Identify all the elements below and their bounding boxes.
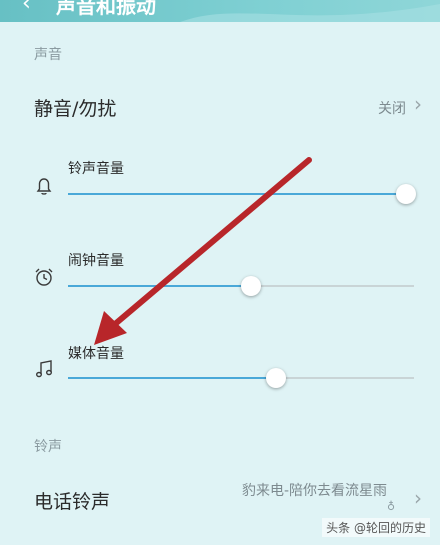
music-note-icon [36,360,52,378]
alarm-volume-fill [68,285,252,287]
bell-icon [36,178,52,195]
mute-dnd-value: 关闭 [378,101,406,117]
alarm-clock-icon [35,268,53,286]
mute-dnd-label: 静音/勿扰 [34,98,117,120]
watermark: 头条 @轮回的历史 [322,518,430,537]
page-title: 声音和振动 [56,0,156,18]
ringtone-volume-thumb[interactable] [396,184,416,204]
alarm-volume-thumb[interactable] [241,276,262,296]
ringtone-volume-slider[interactable] [68,184,416,204]
phone-ringtone-value: 豹来电-陪你去看流星雨 [242,483,388,499]
header-wave-decoration [180,4,440,22]
ringtone-volume-label: 铃声音量 [68,161,124,177]
media-volume-thumb[interactable] [265,368,286,388]
top-app-bar: ‹ 声音和振动 [0,0,440,22]
back-chevron-icon[interactable]: ‹ [22,0,31,16]
phone-ringtone-label: 电话铃声 [34,491,111,513]
media-volume-fill [68,377,276,379]
alarm-volume-label: 闹钟音量 [68,253,124,269]
chevron-right-icon: › [414,486,422,510]
media-volume-slider[interactable] [68,368,414,388]
section-label-ringtone: 铃声 [34,439,62,455]
ringtone-sub-icon: ♁ [387,500,396,513]
media-volume-label: 媒体音量 [68,346,124,362]
alarm-volume-slider[interactable] [68,276,414,296]
section-label-sound: 声音 [34,47,62,63]
chevron-right-icon: › [414,92,422,116]
mute-dnd-row[interactable]: 静音/勿扰 关闭 › [0,80,440,130]
ringtone-volume-fill [68,193,414,195]
